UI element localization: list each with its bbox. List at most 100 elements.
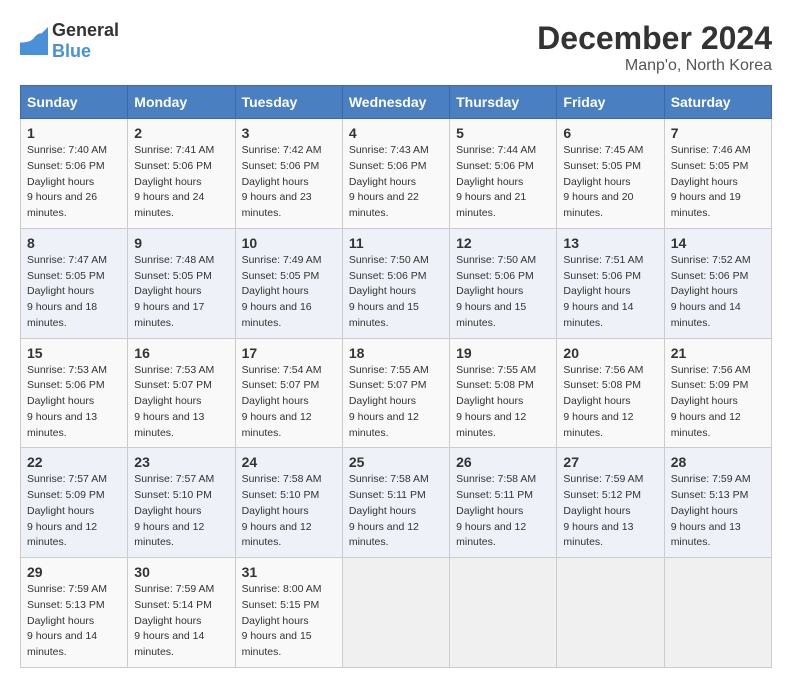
calendar-cell-day-23: 23 Sunrise: 7:57 AM Sunset: 5:10 PM Dayl…	[128, 448, 235, 558]
day-number: 9	[134, 235, 228, 251]
day-info: Sunrise: 7:59 AM Sunset: 5:13 PM Dayligh…	[671, 472, 765, 551]
day-number: 25	[349, 454, 443, 470]
day-number: 15	[27, 345, 121, 361]
day-number: 10	[242, 235, 336, 251]
col-thursday: Thursday	[450, 86, 557, 119]
logo: General Blue	[20, 20, 119, 62]
day-info: Sunrise: 7:43 AM Sunset: 5:06 PM Dayligh…	[349, 143, 443, 222]
day-number: 28	[671, 454, 765, 470]
calendar-cell-day-10: 10 Sunrise: 7:49 AM Sunset: 5:05 PM Dayl…	[235, 228, 342, 338]
day-number: 12	[456, 235, 550, 251]
calendar-cell-day-21: 21 Sunrise: 7:56 AM Sunset: 5:09 PM Dayl…	[664, 338, 771, 448]
page-subtitle: Manp'o, North Korea	[537, 57, 772, 75]
day-number: 18	[349, 345, 443, 361]
day-info: Sunrise: 7:49 AM Sunset: 5:05 PM Dayligh…	[242, 253, 336, 332]
day-info: Sunrise: 7:52 AM Sunset: 5:06 PM Dayligh…	[671, 253, 765, 332]
day-info: Sunrise: 7:47 AM Sunset: 5:05 PM Dayligh…	[27, 253, 121, 332]
day-info: Sunrise: 7:53 AM Sunset: 5:06 PM Dayligh…	[27, 363, 121, 442]
day-number: 24	[242, 454, 336, 470]
calendar-table: Sunday Monday Tuesday Wednesday Thursday…	[20, 85, 772, 668]
calendar-cell-day-15: 15 Sunrise: 7:53 AM Sunset: 5:06 PM Dayl…	[21, 338, 128, 448]
day-info: Sunrise: 7:59 AM Sunset: 5:14 PM Dayligh…	[134, 582, 228, 661]
calendar-cell-day-9: 9 Sunrise: 7:48 AM Sunset: 5:05 PM Dayli…	[128, 228, 235, 338]
day-info: Sunrise: 7:44 AM Sunset: 5:06 PM Dayligh…	[456, 143, 550, 222]
day-number: 27	[563, 454, 657, 470]
calendar-cell-day-18: 18 Sunrise: 7:55 AM Sunset: 5:07 PM Dayl…	[342, 338, 449, 448]
day-info: Sunrise: 7:56 AM Sunset: 5:08 PM Dayligh…	[563, 363, 657, 442]
calendar-cell-day-6: 6 Sunrise: 7:45 AM Sunset: 5:05 PM Dayli…	[557, 119, 664, 229]
day-info: Sunrise: 7:58 AM Sunset: 5:11 PM Dayligh…	[456, 472, 550, 551]
day-info: Sunrise: 7:42 AM Sunset: 5:06 PM Dayligh…	[242, 143, 336, 222]
col-wednesday: Wednesday	[342, 86, 449, 119]
day-number: 11	[349, 235, 443, 251]
calendar-cell-day-4: 4 Sunrise: 7:43 AM Sunset: 5:06 PM Dayli…	[342, 119, 449, 229]
calendar-cell-day-26: 26 Sunrise: 7:58 AM Sunset: 5:11 PM Dayl…	[450, 448, 557, 558]
day-number: 14	[671, 235, 765, 251]
calendar-cell-day-22: 22 Sunrise: 7:57 AM Sunset: 5:09 PM Dayl…	[21, 448, 128, 558]
col-friday: Friday	[557, 86, 664, 119]
calendar-cell-empty	[664, 558, 771, 668]
day-info: Sunrise: 7:40 AM Sunset: 5:06 PM Dayligh…	[27, 143, 121, 222]
day-number: 4	[349, 125, 443, 141]
day-info: Sunrise: 7:54 AM Sunset: 5:07 PM Dayligh…	[242, 363, 336, 442]
day-number: 22	[27, 454, 121, 470]
col-saturday: Saturday	[664, 86, 771, 119]
calendar-cell-day-8: 8 Sunrise: 7:47 AM Sunset: 5:05 PM Dayli…	[21, 228, 128, 338]
day-number: 23	[134, 454, 228, 470]
calendar-row: 1 Sunrise: 7:40 AM Sunset: 5:06 PM Dayli…	[21, 119, 772, 229]
calendar-cell-day-12: 12 Sunrise: 7:50 AM Sunset: 5:06 PM Dayl…	[450, 228, 557, 338]
day-info: Sunrise: 7:50 AM Sunset: 5:06 PM Dayligh…	[456, 253, 550, 332]
calendar-cell-day-1: 1 Sunrise: 7:40 AM Sunset: 5:06 PM Dayli…	[21, 119, 128, 229]
calendar-cell-day-31: 31 Sunrise: 8:00 AM Sunset: 5:15 PM Dayl…	[235, 558, 342, 668]
day-info: Sunrise: 7:59 AM Sunset: 5:12 PM Dayligh…	[563, 472, 657, 551]
day-number: 3	[242, 125, 336, 141]
calendar-cell-day-13: 13 Sunrise: 7:51 AM Sunset: 5:06 PM Dayl…	[557, 228, 664, 338]
day-number: 13	[563, 235, 657, 251]
calendar-cell-day-19: 19 Sunrise: 7:55 AM Sunset: 5:08 PM Dayl…	[450, 338, 557, 448]
calendar-cell-day-7: 7 Sunrise: 7:46 AM Sunset: 5:05 PM Dayli…	[664, 119, 771, 229]
day-number: 1	[27, 125, 121, 141]
calendar-cell-day-29: 29 Sunrise: 7:59 AM Sunset: 5:13 PM Dayl…	[21, 558, 128, 668]
calendar-cell-day-3: 3 Sunrise: 7:42 AM Sunset: 5:06 PM Dayli…	[235, 119, 342, 229]
day-number: 17	[242, 345, 336, 361]
page-header: General Blue December 2024 Manp'o, North…	[20, 20, 772, 75]
day-info: Sunrise: 7:41 AM Sunset: 5:06 PM Dayligh…	[134, 143, 228, 222]
day-number: 30	[134, 564, 228, 580]
day-info: Sunrise: 7:58 AM Sunset: 5:11 PM Dayligh…	[349, 472, 443, 551]
calendar-row: 29 Sunrise: 7:59 AM Sunset: 5:13 PM Dayl…	[21, 558, 772, 668]
day-info: Sunrise: 7:58 AM Sunset: 5:10 PM Dayligh…	[242, 472, 336, 551]
day-number: 6	[563, 125, 657, 141]
page-title: December 2024	[537, 20, 772, 57]
day-info: Sunrise: 7:48 AM Sunset: 5:05 PM Dayligh…	[134, 253, 228, 332]
calendar-cell-day-24: 24 Sunrise: 7:58 AM Sunset: 5:10 PM Dayl…	[235, 448, 342, 558]
header-row: Sunday Monday Tuesday Wednesday Thursday…	[21, 86, 772, 119]
calendar-cell-day-16: 16 Sunrise: 7:53 AM Sunset: 5:07 PM Dayl…	[128, 338, 235, 448]
title-block: December 2024 Manp'o, North Korea	[537, 20, 772, 75]
day-number: 21	[671, 345, 765, 361]
day-info: Sunrise: 7:56 AM Sunset: 5:09 PM Dayligh…	[671, 363, 765, 442]
day-number: 5	[456, 125, 550, 141]
calendar-cell-empty	[342, 558, 449, 668]
day-number: 19	[456, 345, 550, 361]
day-number: 31	[242, 564, 336, 580]
day-info: Sunrise: 7:57 AM Sunset: 5:09 PM Dayligh…	[27, 472, 121, 551]
day-number: 20	[563, 345, 657, 361]
col-monday: Monday	[128, 86, 235, 119]
day-number: 8	[27, 235, 121, 251]
day-number: 7	[671, 125, 765, 141]
day-info: Sunrise: 7:53 AM Sunset: 5:07 PM Dayligh…	[134, 363, 228, 442]
calendar-row: 8 Sunrise: 7:47 AM Sunset: 5:05 PM Dayli…	[21, 228, 772, 338]
day-number: 2	[134, 125, 228, 141]
day-info: Sunrise: 7:57 AM Sunset: 5:10 PM Dayligh…	[134, 472, 228, 551]
day-number: 26	[456, 454, 550, 470]
col-sunday: Sunday	[21, 86, 128, 119]
calendar-cell-day-2: 2 Sunrise: 7:41 AM Sunset: 5:06 PM Dayli…	[128, 119, 235, 229]
calendar-row: 22 Sunrise: 7:57 AM Sunset: 5:09 PM Dayl…	[21, 448, 772, 558]
day-info: Sunrise: 7:46 AM Sunset: 5:05 PM Dayligh…	[671, 143, 765, 222]
calendar-cell-day-17: 17 Sunrise: 7:54 AM Sunset: 5:07 PM Dayl…	[235, 338, 342, 448]
calendar-cell-empty	[557, 558, 664, 668]
day-info: Sunrise: 7:55 AM Sunset: 5:08 PM Dayligh…	[456, 363, 550, 442]
col-tuesday: Tuesday	[235, 86, 342, 119]
logo-blue: Blue	[52, 41, 91, 61]
day-info: Sunrise: 8:00 AM Sunset: 5:15 PM Dayligh…	[242, 582, 336, 661]
